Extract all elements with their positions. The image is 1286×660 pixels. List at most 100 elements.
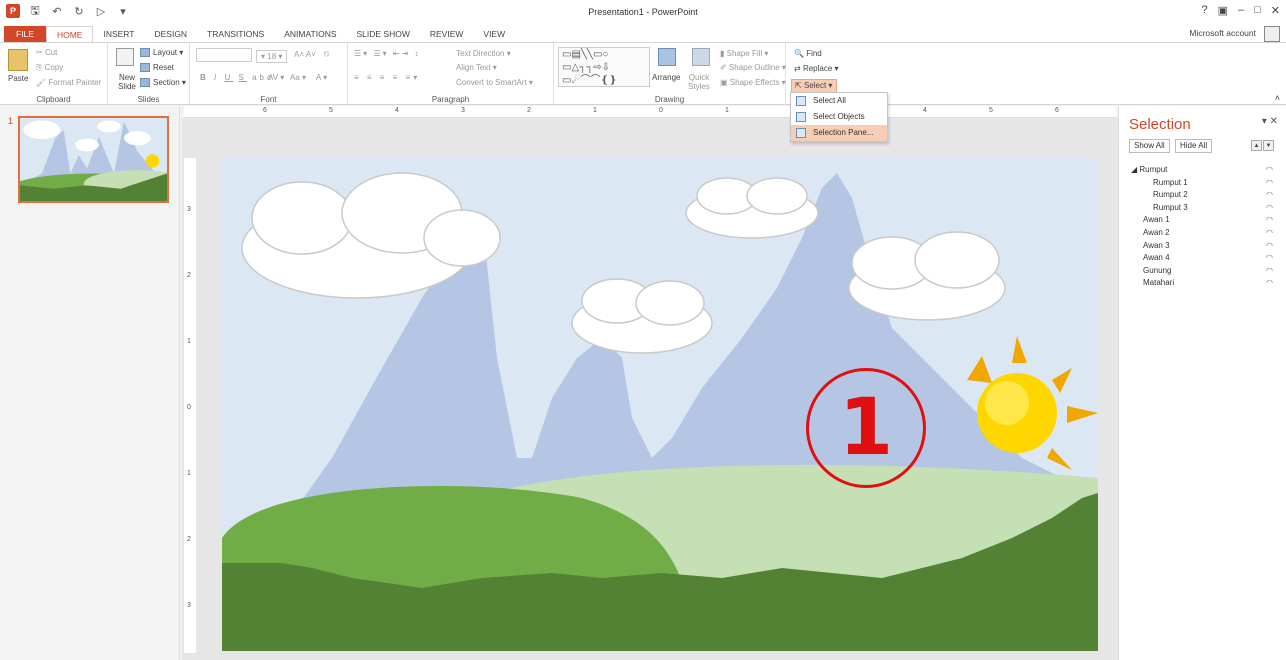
visibility-eye-icon[interactable]: ◠ (1266, 277, 1273, 290)
font-name-input[interactable] (196, 48, 252, 62)
text-direction-button[interactable]: Text Direction ▾ (456, 49, 511, 58)
clipboard-group: Paste ✂ Cut ⎘ Copy 🖌 Format Painter Clip… (0, 43, 108, 105)
cut-button[interactable]: ✂ Cut (36, 48, 57, 57)
list-item[interactable]: Rumput 2 ◠ (1119, 189, 1286, 202)
ruler-label: 6 (263, 107, 267, 114)
send-backward-icon[interactable]: ▼ (1263, 140, 1274, 151)
select-button-label[interactable]: ⇱ Select ▾ (795, 81, 832, 90)
ruler-label: 3 (461, 107, 465, 114)
selection-pane: Selection ▾ ✕ Show All Hide All ▲ ▼ ◢ Ru… (1118, 106, 1286, 660)
cloud-shape[interactable] (685, 177, 819, 239)
list-item[interactable]: Awan 2 ◠ (1119, 227, 1286, 240)
section-icon (140, 78, 150, 88)
change-case-button[interactable]: Aa ▾ (290, 73, 306, 82)
font-style-buttons[interactable]: B I U S abc (200, 73, 274, 82)
font-size-input[interactable]: ▾ 18 ▾ (256, 50, 288, 63)
slide-thumbnail[interactable] (18, 116, 169, 203)
clear-formatting-icon[interactable]: ⍉ (324, 50, 329, 60)
list-item[interactable]: Awan 1 ◠ (1119, 214, 1286, 227)
restore-icon[interactable]: □ (1254, 4, 1261, 17)
find-button[interactable]: 🔍 Find (794, 49, 822, 58)
menu-select-objects[interactable]: Select Objects (791, 109, 887, 125)
visibility-eye-icon[interactable]: ◠ (1266, 202, 1273, 215)
window-controls: ? ▣ – □ ✕ (1201, 4, 1280, 17)
expand-icon[interactable]: ◢ (1131, 165, 1137, 174)
arrange-button[interactable]: Arrange (652, 73, 680, 82)
quick-styles-icon[interactable] (692, 48, 710, 66)
list-item[interactable]: Awan 3 ◠ (1119, 240, 1286, 253)
tab-transitions[interactable]: TRANSITIONS (197, 26, 274, 42)
ruler-label: 4 (395, 107, 399, 114)
tab-file[interactable]: FILE (4, 26, 46, 42)
close-icon[interactable]: ✕ (1271, 4, 1280, 17)
landscape-drawing (222, 158, 1098, 651)
menu-select-all[interactable]: Select All (791, 93, 887, 109)
list-item[interactable]: Rumput 1 ◠ (1119, 177, 1286, 190)
account-menu[interactable]: Microsoft account (1189, 28, 1256, 38)
ruler-label: 3 (187, 206, 191, 213)
slide-canvas[interactable] (222, 158, 1098, 651)
list-item[interactable]: Awan 4 ◠ (1119, 252, 1286, 265)
arrange-icon[interactable] (658, 48, 676, 66)
list-item[interactable]: ◢ Rumput ◠ (1119, 164, 1286, 177)
ruler-label: 6 (1055, 107, 1059, 114)
tab-insert[interactable]: INSERT (93, 26, 144, 42)
tab-slide-show[interactable]: SLIDE SHOW (347, 26, 420, 42)
new-slide-icon[interactable] (116, 48, 134, 66)
grow-font-button[interactable]: A˄ A˅ (294, 50, 316, 59)
help-icon[interactable]: ? (1201, 4, 1207, 17)
list-item[interactable]: Gunung ◠ (1119, 265, 1286, 278)
replace-button[interactable]: ⇄ Replace ▾ (794, 64, 839, 73)
show-all-button[interactable]: Show All (1129, 139, 1170, 153)
list-item[interactable]: Matahari ◠ (1119, 277, 1286, 290)
ruler-label: 5 (989, 107, 993, 114)
ruler-label: 1 (187, 470, 191, 477)
visibility-eye-icon[interactable]: ◠ (1266, 177, 1273, 190)
shape-fill-button[interactable]: ▮ Shape Fill ▾ (720, 49, 768, 58)
tab-home[interactable]: HOME (45, 26, 94, 42)
list-item[interactable]: Rumput 3 ◠ (1119, 202, 1286, 215)
tab-animations[interactable]: ANIMATIONS (274, 26, 346, 42)
visibility-eye-icon[interactable]: ◠ (1266, 265, 1273, 278)
visibility-eye-icon[interactable]: ◠ (1266, 164, 1273, 177)
bring-forward-icon[interactable]: ▲ (1251, 140, 1262, 151)
select-all-icon (796, 96, 806, 106)
menu-selection-pane[interactable]: Selection Pane... (791, 125, 887, 141)
align-text-button[interactable]: Align Text ▾ (456, 63, 497, 72)
visibility-eye-icon[interactable]: ◠ (1266, 189, 1273, 202)
shape-outline-button[interactable]: ✐ Shape Outline ▾ (720, 63, 786, 72)
cloud-shape[interactable] (848, 231, 1006, 321)
section-button[interactable]: Section ▾ (140, 78, 186, 88)
horizontal-ruler: 6 5 4 3 2 1 0 1 2 3 4 5 6 (184, 106, 1116, 118)
ribbon-display-icon[interactable]: ▣ (1218, 4, 1228, 17)
char-spacing-button[interactable]: AV ▾ (268, 73, 284, 82)
pane-controls[interactable]: ▾ ✕ (1262, 116, 1278, 127)
visibility-eye-icon[interactable]: ◠ (1266, 240, 1273, 253)
visibility-eye-icon[interactable]: ◠ (1266, 227, 1273, 240)
cloud-shape[interactable] (571, 278, 713, 354)
convert-smartart-button[interactable]: Convert to SmartArt ▾ (456, 78, 533, 87)
font-color-button[interactable]: A ▾ (316, 73, 327, 82)
shapes-gallery[interactable]: ▭▤╲╲▭○ ▭△┐┐⇨⇩ ▭☄⌒⌒❴❵ (558, 47, 650, 87)
align-buttons[interactable]: ≡ ≡ ≡ ≡ ≡▾ (354, 73, 420, 82)
reset-button[interactable]: Reset (140, 63, 174, 73)
tab-design[interactable]: DESIGN (144, 26, 197, 42)
layout-button[interactable]: Layout ▾ (140, 48, 183, 58)
tab-view[interactable]: VIEW (473, 26, 515, 42)
paste-icon[interactable] (8, 49, 28, 71)
quick-styles-button[interactable]: Quick Styles (684, 73, 714, 91)
shape-effects-button[interactable]: ▣ Shape Effects ▾ (720, 78, 786, 87)
selection-pane-title: Selection (1129, 116, 1191, 133)
visibility-eye-icon[interactable]: ◠ (1266, 252, 1273, 265)
new-slide-button[interactable]: New Slide (114, 73, 140, 91)
minimize-icon[interactable]: – (1238, 4, 1244, 17)
paste-button[interactable]: Paste (8, 74, 28, 83)
copy-button[interactable]: ⎘ Copy (36, 63, 63, 73)
tab-review[interactable]: REVIEW (420, 26, 474, 42)
visibility-eye-icon[interactable]: ◠ (1266, 214, 1273, 227)
collapse-ribbon-icon[interactable]: ˄ (1275, 93, 1280, 103)
hide-all-button[interactable]: Hide All (1175, 139, 1213, 153)
format-painter-button[interactable]: 🖌 Format Painter (36, 78, 101, 87)
list-buttons[interactable]: ☰▾ ☰▾ ⇤⇥ ↕ (354, 49, 420, 58)
avatar[interactable] (1264, 26, 1280, 42)
